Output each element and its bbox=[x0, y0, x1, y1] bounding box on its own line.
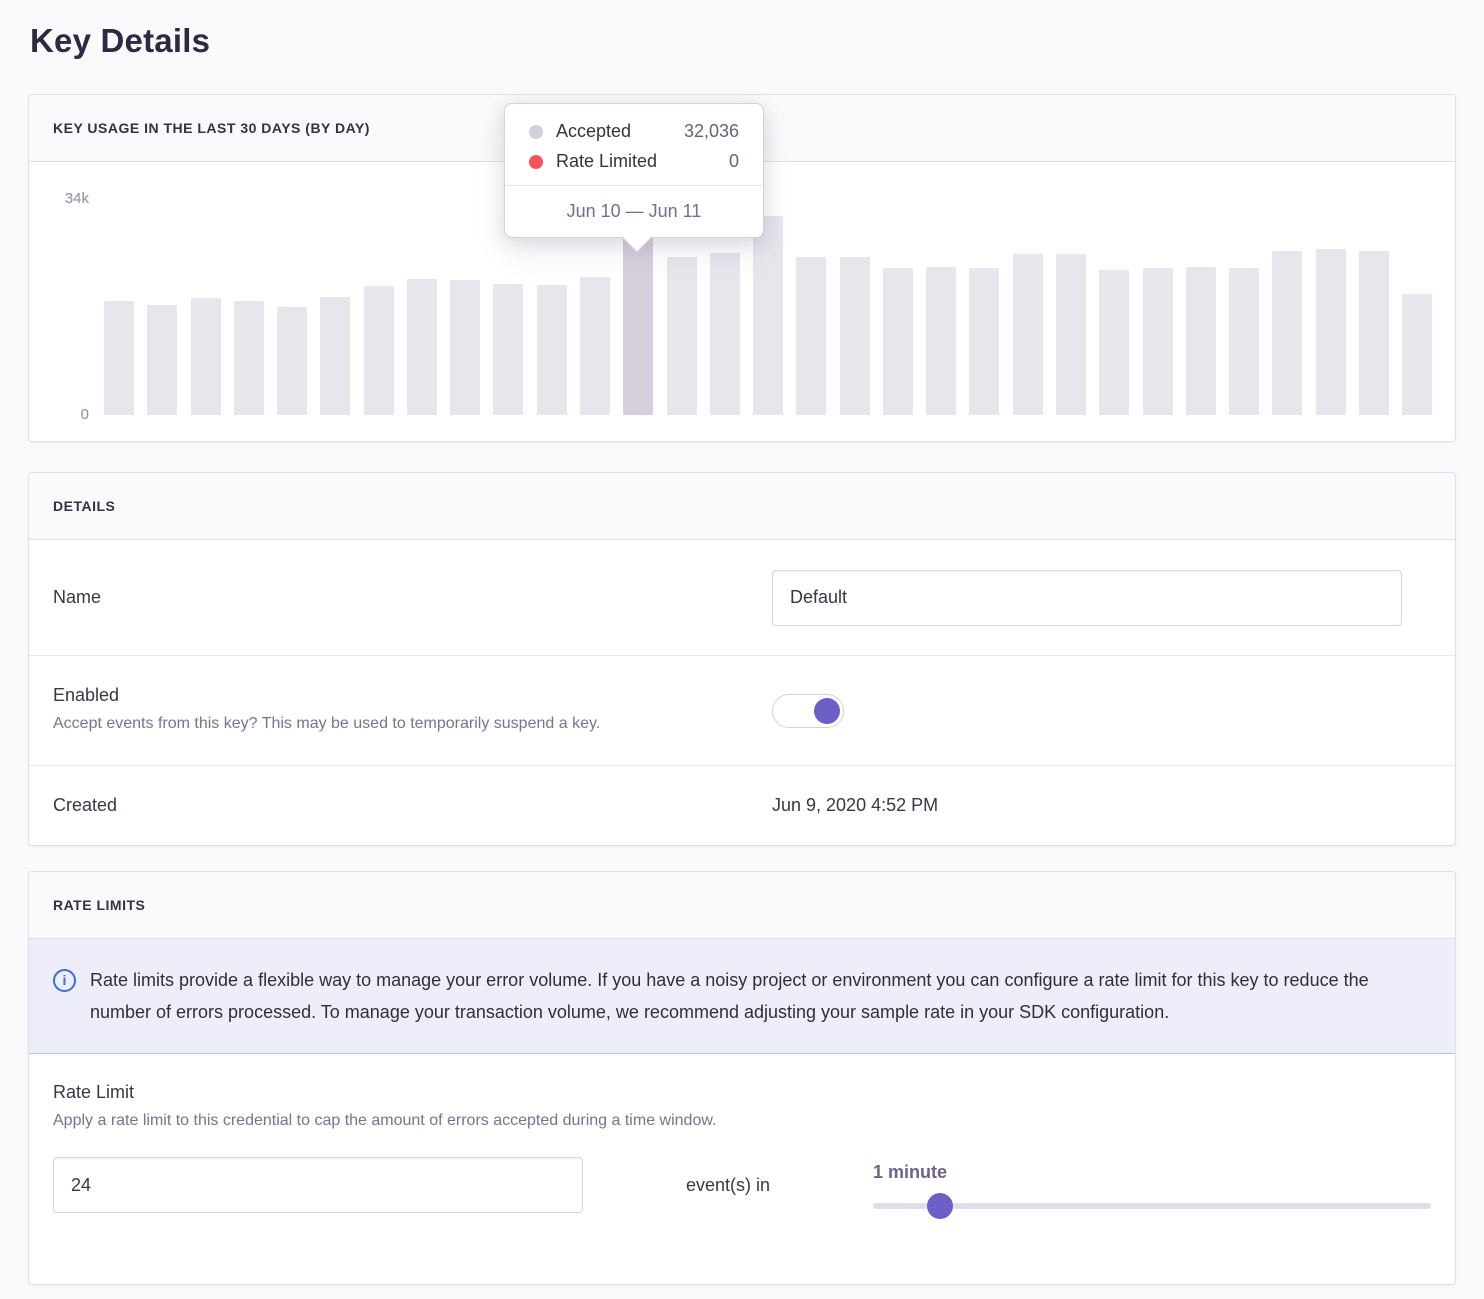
chart-bar[interactable] bbox=[1316, 249, 1346, 415]
tooltip-date-range: Jun 10 — Jun 11 bbox=[505, 185, 763, 237]
name-label: Name bbox=[53, 587, 772, 608]
tooltip-rate-limited-label: Rate Limited bbox=[556, 151, 657, 172]
tooltip-row-accepted: Accepted 32,036 bbox=[529, 121, 739, 142]
chart-bar[interactable] bbox=[667, 257, 697, 415]
y-axis-min-label: 0 bbox=[29, 406, 89, 423]
chart-tooltip-stats: Accepted 32,036 Rate Limited 0 bbox=[505, 104, 763, 185]
chart-tooltip: Accepted 32,036 Rate Limited 0 Jun 10 — … bbox=[504, 103, 764, 238]
chart-bar[interactable] bbox=[234, 301, 264, 415]
rate-limit-label: Rate Limit bbox=[53, 1082, 1431, 1103]
chart-bar[interactable] bbox=[926, 267, 956, 415]
chart-bar[interactable] bbox=[320, 297, 350, 415]
chart-bar[interactable] bbox=[710, 253, 740, 415]
details-panel-header: DETAILS bbox=[29, 473, 1455, 540]
tooltip-rate-limited-value: 0 bbox=[729, 151, 739, 172]
chart-bar[interactable] bbox=[191, 298, 221, 415]
chart-bar[interactable] bbox=[277, 307, 307, 415]
chart-bar[interactable] bbox=[580, 277, 610, 415]
created-value: Jun 9, 2020 4:52 PM bbox=[772, 795, 1431, 816]
chart-bar[interactable] bbox=[796, 257, 826, 415]
events-in-label: event(s) in bbox=[583, 1175, 873, 1196]
enabled-toggle[interactable] bbox=[772, 694, 844, 728]
name-row: Name bbox=[29, 540, 1455, 655]
chart-bar[interactable] bbox=[840, 257, 870, 415]
created-label: Created bbox=[53, 795, 772, 816]
rate-limit-field-row: Rate Limit Apply a rate limit to this cr… bbox=[29, 1054, 1455, 1241]
rate-limited-series-dot-icon bbox=[529, 155, 543, 169]
chart-bar[interactable] bbox=[1359, 251, 1389, 415]
chart-bar[interactable] bbox=[364, 286, 394, 415]
rate-limits-alert-text: Rate limits provide a flexible way to ma… bbox=[90, 964, 1420, 1028]
slider-knob[interactable] bbox=[927, 1193, 953, 1219]
chart-bar[interactable] bbox=[493, 284, 523, 415]
chart-bar[interactable] bbox=[1229, 268, 1259, 415]
enabled-row: Enabled Accept events from this key? Thi… bbox=[29, 655, 1455, 765]
rate-limits-info-alert: i Rate limits provide a flexible way to … bbox=[29, 939, 1455, 1054]
rate-limits-panel: RATE LIMITS i Rate limits provide a flex… bbox=[28, 871, 1456, 1285]
slider-window-label: 1 minute bbox=[873, 1162, 1431, 1183]
rate-limit-description: Apply a rate limit to this credential to… bbox=[53, 1112, 1431, 1130]
tooltip-accepted-value: 32,036 bbox=[684, 121, 739, 142]
key-usage-panel: KEY USAGE IN THE LAST 30 DAYS (BY DAY) 3… bbox=[28, 94, 1456, 442]
chart-bar[interactable] bbox=[104, 301, 134, 415]
chart-bar[interactable] bbox=[1099, 270, 1129, 415]
rate-limit-window-slider-block: 1 minute bbox=[873, 1162, 1431, 1209]
details-panel: DETAILS Name Enabled Accept events from … bbox=[28, 472, 1456, 846]
chart-bar[interactable] bbox=[883, 268, 913, 415]
chart-bar[interactable] bbox=[969, 268, 999, 415]
enabled-label: Enabled bbox=[53, 685, 772, 706]
enabled-description: Accept events from this key? This may be… bbox=[53, 713, 772, 735]
chart-bar[interactable] bbox=[407, 279, 437, 415]
chart-bar[interactable] bbox=[1186, 267, 1216, 415]
chart-bar[interactable] bbox=[450, 280, 480, 415]
toggle-knob-icon bbox=[814, 698, 840, 724]
name-input[interactable] bbox=[772, 570, 1402, 626]
info-icon: i bbox=[53, 969, 76, 992]
chart-bar[interactable] bbox=[1272, 251, 1302, 415]
chart-bar[interactable] bbox=[1013, 254, 1043, 415]
created-row: Created Jun 9, 2020 4:52 PM bbox=[29, 765, 1455, 845]
rate-limits-panel-header: RATE LIMITS bbox=[29, 872, 1455, 939]
chart-bar[interactable] bbox=[1056, 254, 1086, 415]
chart-bar[interactable] bbox=[1402, 294, 1432, 415]
tooltip-accepted-label: Accepted bbox=[556, 121, 631, 142]
chart-bar[interactable] bbox=[753, 216, 783, 415]
rate-limit-window-slider[interactable] bbox=[873, 1203, 1431, 1209]
page-title: Key Details bbox=[30, 22, 1484, 60]
chart-bar[interactable] bbox=[537, 285, 567, 415]
accepted-series-dot-icon bbox=[529, 125, 543, 139]
chart-bar[interactable] bbox=[147, 305, 177, 415]
tooltip-row-rate-limited: Rate Limited 0 bbox=[529, 151, 739, 172]
rate-limit-count-input[interactable] bbox=[53, 1157, 583, 1213]
y-axis-max-label: 34k bbox=[29, 190, 89, 207]
chart-bar[interactable] bbox=[1143, 268, 1173, 415]
